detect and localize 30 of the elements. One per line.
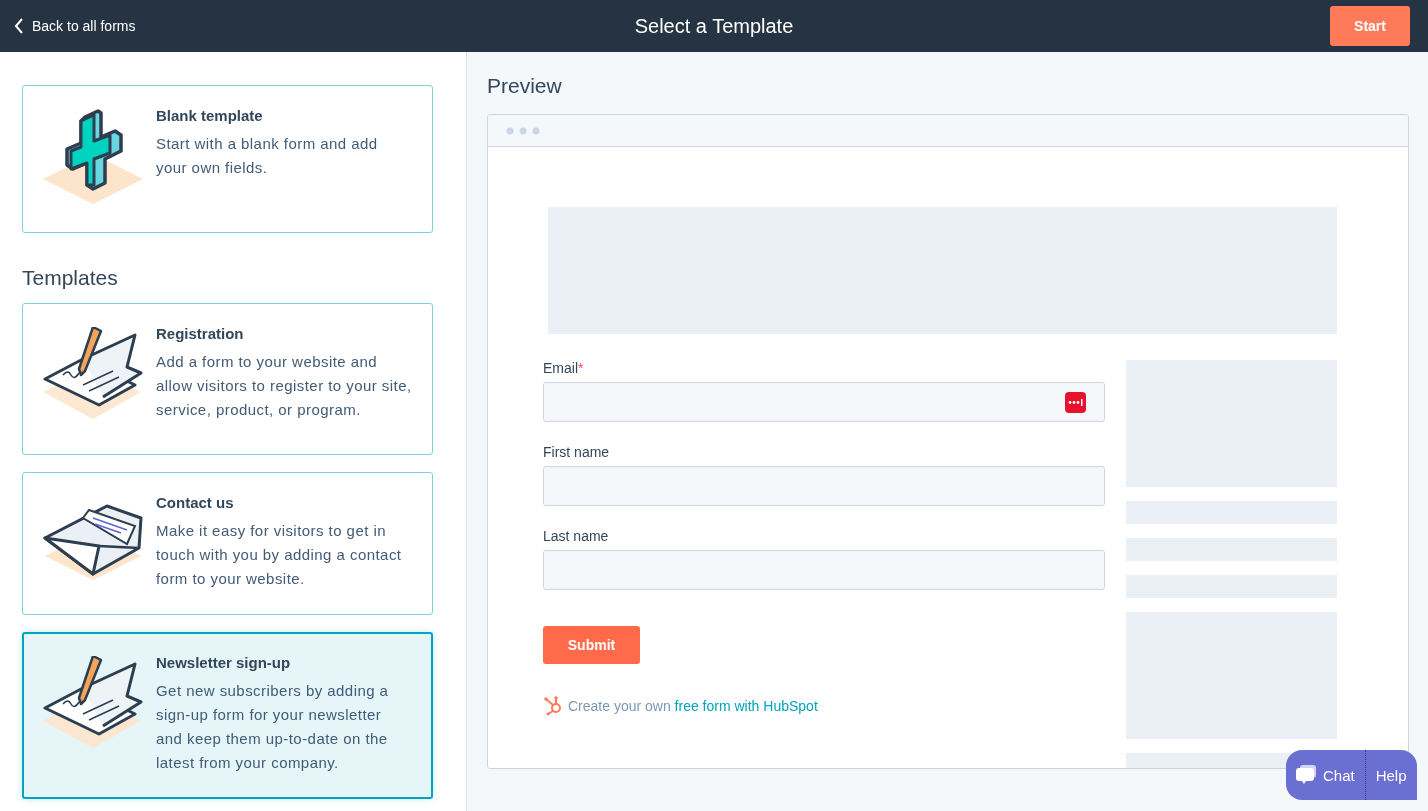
card-description: Make it easy for visitors to get in touch with you by adding a contact form to your website. <box>156 521 403 589</box>
card-description: Add a form to your website and allow visitors to register to your site, service, product, or program. <box>156 352 412 420</box>
template-card[interactable]: Registration Add a form to your website and allow visitors to register to your site, service, product, or program. <box>22 303 433 455</box>
section-heading: Templates <box>22 266 119 290</box>
footer-text: Create your own free form with HubSpot <box>568 697 818 714</box>
card-description: Get new subscribers by adding a sign-up form for your newsletter and keep them up-to-date on the latest from your company. <box>156 681 390 773</box>
template-card[interactable]: Contact us Make it easy for visitors to get in touch with you by adding a contact form to your website. <box>22 472 433 615</box>
page-title: Select a Template <box>634 14 794 37</box>
card-title: Contact us <box>156 494 235 511</box>
field-label: Email* <box>543 360 585 376</box>
card-title: Newsletter sign-up <box>156 654 292 671</box>
template-card[interactable]: Newsletter sign-up Get new subscribers by adding a sign-up form for your newsletter and keep them up-to-date on the latest from your company. <box>22 632 433 799</box>
input-field[interactable] <box>543 382 1105 422</box>
chevron-left-icon <box>14 17 24 35</box>
window-dots-icon <box>506 126 540 135</box>
chat-bubble-icon <box>1296 765 1317 785</box>
card-description: Start with a blank form and add your own fields. <box>156 134 379 178</box>
help-button[interactable]: Help <box>1365 750 1417 800</box>
input-field[interactable] <box>543 466 1105 506</box>
section-heading: Preview <box>487 74 563 98</box>
input-field[interactable] <box>543 550 1105 590</box>
sprocket-icon <box>543 695 564 716</box>
chat-button[interactable]: Chat <box>1286 750 1366 800</box>
back-link[interactable]: Back to all forms <box>14 17 136 35</box>
template-card[interactable]: Blank template Start with a blank form and add your own fields. <box>22 85 433 233</box>
field-label: First name <box>543 444 611 460</box>
card-title: Blank template <box>156 107 264 124</box>
password-manager-icon[interactable] <box>1065 391 1086 413</box>
card-title: Registration <box>156 325 245 342</box>
field-label: Last name <box>543 528 610 544</box>
